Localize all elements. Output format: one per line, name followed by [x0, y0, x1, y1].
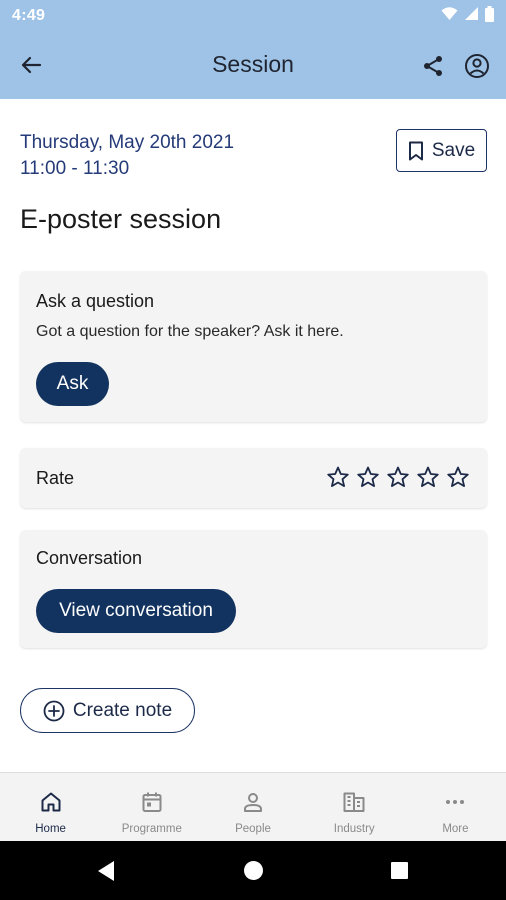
create-note-button[interactable]: Create note [20, 688, 195, 733]
cell-signal-icon [464, 6, 479, 26]
person-icon [240, 789, 266, 815]
nav-label-home: Home [35, 823, 66, 835]
rate-card: Rate [20, 448, 487, 508]
system-home-icon[interactable] [244, 861, 263, 880]
session-date: Thursday, May 20th 2021 [20, 132, 235, 153]
view-conversation-button[interactable]: View conversation [36, 589, 236, 633]
star-icon[interactable] [416, 465, 440, 489]
nav-label-more: More [442, 823, 469, 835]
bottom-nav: Home Programme People Industry More [0, 772, 506, 841]
ask-question-card: Ask a question Got a question for the sp… [20, 271, 487, 422]
nav-item-programme[interactable]: Programme [101, 773, 202, 841]
save-button[interactable]: Save [396, 129, 487, 172]
more-dots-icon [442, 789, 468, 815]
share-button[interactable] [418, 51, 448, 81]
ask-question-heading: Ask a question [36, 291, 155, 311]
nav-item-people[interactable]: People [202, 773, 303, 841]
create-note-label: Create note [72, 699, 173, 721]
battery-icon [485, 5, 494, 27]
status-bar: 4:49 [0, 0, 506, 32]
account-button[interactable] [462, 51, 492, 81]
session-title: E-poster session [20, 204, 222, 234]
session-time: 11:00 - 11:30 [20, 158, 130, 179]
bookmark-icon [408, 141, 423, 160]
star-icon[interactable] [356, 465, 380, 489]
rate-label: Rate [36, 468, 75, 488]
add-circle-icon [43, 700, 65, 721]
conversation-heading: Conversation [36, 548, 143, 568]
nav-item-more[interactable]: More [405, 773, 506, 841]
star-icon[interactable] [326, 465, 350, 489]
star-icon[interactable] [386, 465, 410, 489]
wifi-icon [441, 6, 458, 26]
session-content: Thursday, May 20th 2021 11:00 - 11:30 Sa… [0, 99, 506, 772]
system-back-icon[interactable] [96, 860, 116, 882]
app-bar: Session [0, 32, 506, 99]
nav-item-home[interactable]: Home [0, 773, 101, 841]
calendar-icon [139, 789, 165, 815]
system-nav-bar [0, 841, 506, 900]
star-icon[interactable] [446, 465, 470, 489]
share-icon [424, 56, 442, 76]
rating-stars [326, 465, 470, 489]
save-button-label: Save [431, 139, 476, 161]
status-icons [441, 5, 494, 27]
conversation-card: Conversation View conversation [20, 530, 487, 648]
nav-item-industry[interactable]: Industry [304, 773, 405, 841]
system-recents-icon[interactable] [391, 862, 408, 879]
home-icon [38, 789, 64, 815]
building-icon [341, 789, 367, 815]
nav-label-industry: Industry [333, 823, 375, 835]
nav-label-programme: Programme [121, 823, 182, 835]
status-time: 4:49 [12, 7, 46, 24]
nav-label-people: People [235, 823, 271, 835]
account-circle-icon [465, 54, 489, 78]
ask-button[interactable]: Ask [36, 362, 109, 406]
ask-question-text: Got a question for the speaker? Ask it h… [36, 323, 344, 340]
